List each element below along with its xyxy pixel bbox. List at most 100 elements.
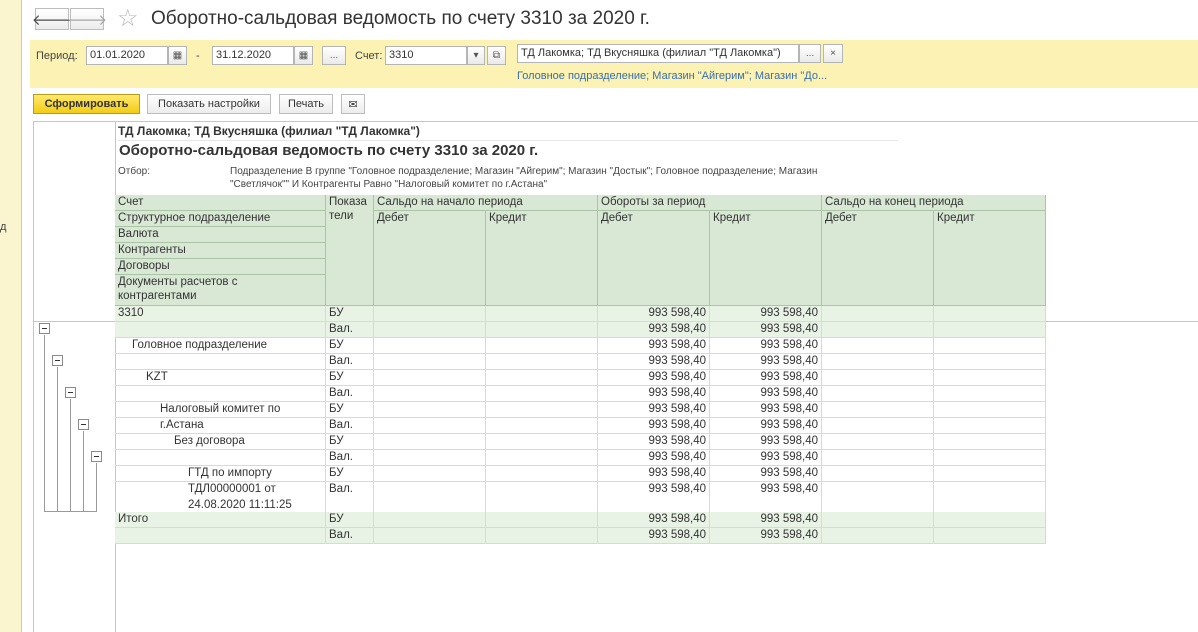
period-select-button[interactable]: ... — [322, 46, 346, 65]
row-label[interactable]: 3310 — [115, 306, 326, 322]
date-to-field[interactable]: 31.12.2020 — [212, 46, 294, 65]
header-currency: Валюта — [115, 227, 326, 243]
row-label[interactable] — [115, 528, 326, 544]
row-value — [374, 418, 486, 434]
row-value — [598, 498, 710, 512]
email-icon[interactable]: ✉ — [341, 94, 365, 114]
header-documents: Документы расчетов с контрагентами — [115, 275, 326, 306]
header-credit: Кредит — [934, 211, 1046, 306]
row-label[interactable]: Итого — [115, 512, 326, 528]
generate-button[interactable]: Сформировать — [33, 94, 140, 114]
row-value — [934, 450, 1046, 466]
row-value: 993 598,40 — [598, 370, 710, 386]
row-value: 993 598,40 — [710, 354, 822, 370]
row-value — [822, 402, 934, 418]
row-value — [822, 322, 934, 338]
header-opening-balance: Сальдо на начало периода — [374, 195, 598, 211]
show-settings-button[interactable]: Показать настройки — [147, 94, 271, 114]
calendar-icon[interactable]: ▦ — [294, 46, 313, 65]
row-indicator: БУ — [326, 370, 374, 386]
window-title: Оборотно-сальдовая ведомость по счету 33… — [151, 8, 650, 29]
row-label[interactable] — [115, 354, 326, 370]
period-dash: - — [196, 50, 200, 62]
collapse-toggle-icon[interactable] — [39, 323, 50, 334]
row-value: 993 598,40 — [710, 322, 822, 338]
row-label[interactable] — [115, 386, 326, 402]
parameters-panel: Период: 01.01.2020 ▦ - 31.12.2020 ▦ ... … — [30, 40, 1198, 88]
row-value: 993 598,40 — [598, 322, 710, 338]
row-label[interactable]: KZT — [115, 370, 326, 386]
filter-link[interactable]: Головное подразделение; Магазин "Айгерим… — [517, 70, 827, 82]
row-indicator: БУ — [326, 306, 374, 322]
row-label[interactable] — [115, 450, 326, 466]
row-indicator: Вал. — [326, 450, 374, 466]
account-label: Счет: — [355, 50, 383, 62]
header-debit: Дебет — [374, 211, 486, 306]
tree-line — [96, 463, 97, 512]
organization-select-button[interactable]: ... — [799, 44, 821, 63]
row-value: 993 598,40 — [710, 512, 822, 528]
organization-field[interactable]: ТД Лакомка; ТД Вкусняшка (филиал "ТД Лак… — [517, 44, 799, 63]
collapse-toggle-icon[interactable] — [52, 355, 63, 366]
row-value: 993 598,40 — [598, 354, 710, 370]
tree-line — [57, 367, 58, 512]
row-label[interactable] — [115, 322, 326, 338]
row-value: 993 598,40 — [598, 418, 710, 434]
header-debit: Дебет — [598, 211, 710, 306]
row-value — [486, 450, 598, 466]
row-value — [486, 466, 598, 482]
row-value — [822, 528, 934, 544]
back-button[interactable]: 🡐 — [32, 8, 72, 30]
open-icon[interactable]: ⧉ — [487, 46, 506, 65]
report-organization: ТД Лакомка; ТД Вкусняшка (филиал "ТД Лак… — [118, 124, 898, 141]
row-value — [374, 482, 486, 498]
tree-line — [44, 335, 45, 512]
collapse-toggle-icon[interactable] — [78, 419, 89, 430]
row-value — [486, 370, 598, 386]
clear-icon[interactable]: × — [823, 44, 843, 63]
row-value — [374, 466, 486, 482]
row-value — [822, 306, 934, 322]
header-debit: Дебет — [822, 211, 934, 306]
row-label[interactable]: ТДЛ00000001 от — [115, 482, 326, 498]
row-value — [486, 306, 598, 322]
header-credit: Кредит — [710, 211, 822, 306]
row-value — [374, 402, 486, 418]
row-indicator: Вал. — [326, 354, 374, 370]
forward-button[interactable]: 🡒 — [67, 8, 107, 30]
filter-text: Подразделение В группе "Головное подразд… — [230, 165, 900, 191]
collapse-toggle-icon[interactable] — [91, 451, 102, 462]
row-label[interactable]: г.Астана — [115, 418, 326, 434]
row-value — [822, 450, 934, 466]
print-button[interactable]: Печать — [279, 94, 333, 114]
account-field[interactable]: 3310 — [385, 46, 467, 65]
row-value — [822, 386, 934, 402]
row-value: 993 598,40 — [710, 386, 822, 402]
row-value — [822, 498, 934, 512]
row-value: 993 598,40 — [710, 434, 822, 450]
row-value: 993 598,40 — [598, 434, 710, 450]
row-label[interactable]: Налоговый комитет по — [115, 402, 326, 418]
tree-line — [44, 511, 97, 512]
favorite-star-icon[interactable]: ☆ — [117, 4, 139, 33]
calendar-icon[interactable]: ▦ — [168, 46, 187, 65]
header-account: Счет — [115, 195, 326, 211]
row-value — [822, 434, 934, 450]
row-label[interactable]: ГТД по импорту — [115, 466, 326, 482]
row-value — [934, 338, 1046, 354]
row-label[interactable]: Головное подразделение — [115, 338, 326, 354]
tree-line — [70, 399, 71, 512]
row-value: 993 598,40 — [598, 482, 710, 498]
row-label[interactable]: 24.08.2020 11:11:25 — [115, 498, 326, 512]
collapse-toggle-icon[interactable] — [65, 387, 76, 398]
row-value — [934, 402, 1046, 418]
header-closing-balance: Сальдо на конец периода — [822, 195, 1046, 211]
date-from-field[interactable]: 01.01.2020 — [86, 46, 168, 65]
row-value: 993 598,40 — [598, 512, 710, 528]
row-value — [374, 370, 486, 386]
row-label[interactable]: Без договора — [115, 434, 326, 450]
filter-label: Отбор: — [118, 166, 150, 177]
dropdown-arrow-icon[interactable]: ▾ — [467, 46, 485, 65]
row-value — [822, 466, 934, 482]
row-value — [486, 402, 598, 418]
